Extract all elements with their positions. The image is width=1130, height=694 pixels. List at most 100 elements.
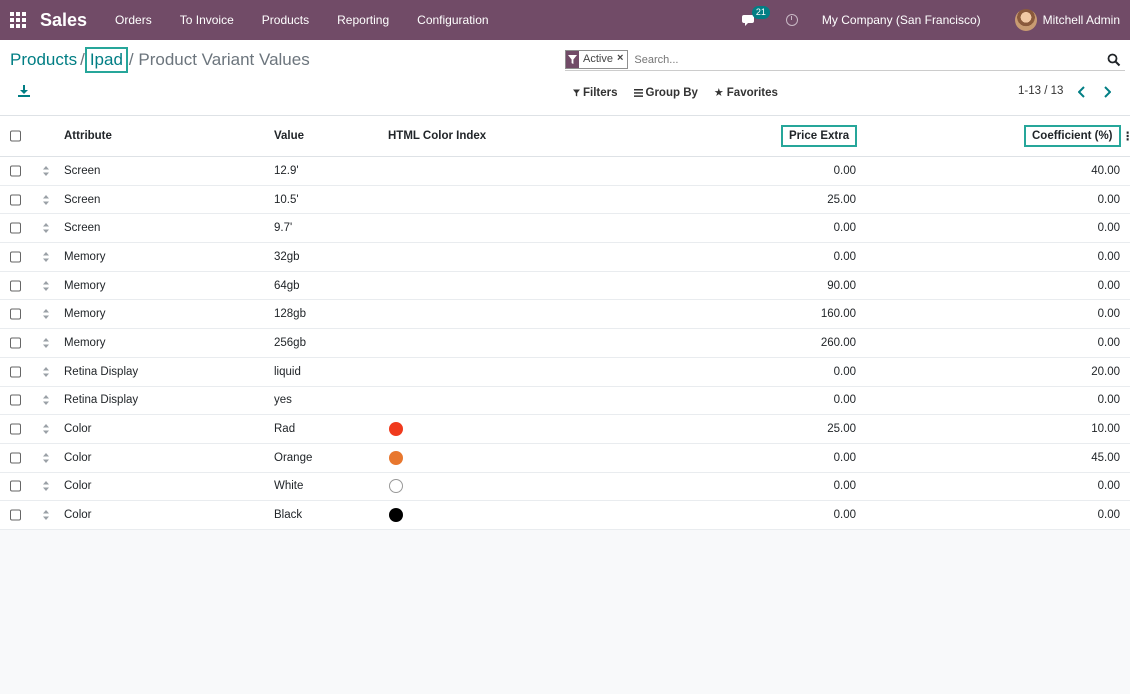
drag-handle-icon[interactable] — [42, 509, 50, 521]
table-row[interactable]: Color Rad 25.00 10.00 — [0, 415, 1130, 444]
breadcrumb-ipad[interactable]: Ipad — [84, 47, 128, 73]
pager-next-icon[interactable] — [1103, 86, 1111, 98]
cell-attribute: Color — [64, 451, 92, 464]
cell-coefficient: 0.00 — [1097, 222, 1120, 235]
cell-value: 9.7' — [274, 222, 293, 235]
cell-price-extra: 260.00 — [820, 336, 856, 349]
cell-coefficient: 20.00 — [1091, 365, 1120, 378]
row-checkbox[interactable] — [10, 366, 21, 378]
drag-handle-icon[interactable] — [42, 394, 50, 406]
menu-products[interactable]: Products — [248, 13, 323, 27]
cell-coefficient: 0.00 — [1097, 193, 1120, 206]
user-avatar[interactable] — [1014, 9, 1037, 31]
pager-value[interactable]: 1-13 / 13 — [1018, 85, 1063, 97]
drag-handle-icon[interactable] — [42, 222, 50, 234]
table-row[interactable]: Memory 32gb 0.00 0.00 — [0, 243, 1130, 272]
breadcrumb: Products / Ipad / Product Variant Values — [10, 47, 310, 73]
cell-attribute: Memory — [64, 336, 106, 349]
drag-handle-icon[interactable] — [42, 366, 50, 378]
drag-handle-icon[interactable] — [42, 480, 50, 492]
cell-attribute: Memory — [64, 308, 106, 321]
filters-button[interactable]: Filters — [573, 86, 618, 99]
company-switcher[interactable]: My Company (San Francisco) — [822, 13, 981, 27]
cell-value: Rad — [274, 423, 296, 436]
drag-handle-icon[interactable] — [42, 251, 50, 263]
header-html-color-index[interactable]: HTML Color Index — [388, 130, 486, 142]
menu-to-invoice[interactable]: To Invoice — [166, 13, 248, 27]
cell-price-extra: 25.00 — [827, 423, 856, 436]
table-row[interactable]: Retina Display liquid 0.00 20.00 — [0, 358, 1130, 387]
header-coefficient[interactable]: Coefficient (%) — [1024, 125, 1121, 147]
optional-columns-icon[interactable]: ⋮ — [1122, 129, 1130, 143]
cell-attribute: Retina Display — [64, 365, 139, 378]
filters-label: Filters — [583, 86, 618, 99]
drag-handle-icon[interactable] — [42, 308, 50, 320]
table-row[interactable]: Screen 10.5' 25.00 0.00 — [0, 186, 1130, 215]
table-row[interactable]: Color White 0.00 0.00 — [0, 473, 1130, 502]
cell-value: 10.5' — [274, 193, 299, 206]
drag-handle-icon[interactable] — [42, 280, 50, 292]
drag-handle-icon[interactable] — [42, 423, 50, 435]
table-row[interactable]: Memory 128gb 160.00 0.00 — [0, 300, 1130, 330]
row-checkbox[interactable] — [10, 452, 21, 464]
select-all-checkbox[interactable] — [10, 130, 21, 142]
table-row[interactable]: Screen 12.9' 0.00 40.00 — [0, 157, 1130, 186]
header-attribute[interactable]: Attribute — [64, 130, 112, 142]
row-checkbox[interactable] — [10, 337, 21, 349]
menu-reporting[interactable]: Reporting — [323, 13, 403, 27]
group-by-button[interactable]: Group By — [633, 86, 698, 99]
pager-previous-icon[interactable] — [1078, 86, 1086, 98]
color-swatch — [389, 508, 403, 523]
user-name[interactable]: Mitchell Admin — [1043, 13, 1120, 27]
row-checkbox[interactable] — [10, 394, 21, 406]
table-row[interactable]: Color Orange 0.00 45.00 — [0, 444, 1130, 473]
cell-price-extra: 90.00 — [827, 279, 856, 292]
row-checkbox[interactable] — [10, 280, 21, 292]
table-row[interactable]: Memory 64gb 90.00 0.00 — [0, 272, 1130, 301]
cell-coefficient: 0.00 — [1097, 336, 1120, 349]
search-input[interactable] — [634, 53, 1107, 66]
group-by-label: Group By — [645, 86, 698, 99]
drag-handle-icon[interactable] — [42, 194, 50, 206]
app-brand[interactable]: Sales — [40, 10, 87, 31]
cell-attribute: Color — [64, 480, 92, 493]
row-checkbox[interactable] — [10, 423, 21, 435]
row-checkbox[interactable] — [10, 308, 21, 320]
cell-attribute: Screen — [64, 222, 101, 235]
messaging-button[interactable]: 21 — [741, 6, 770, 30]
table-row[interactable]: Retina Display yes 0.00 0.00 — [0, 387, 1130, 416]
menu-orders[interactable]: Orders — [101, 13, 166, 27]
table-row[interactable]: Color Black 0.00 0.00 — [0, 501, 1130, 530]
control-panel: Products / Ipad / Product Variant Values… — [0, 40, 1130, 116]
cell-value: 256gb — [274, 336, 306, 349]
cell-attribute: Color — [64, 423, 92, 436]
cell-price-extra: 0.00 — [833, 222, 856, 235]
menu-configuration[interactable]: Configuration — [403, 13, 502, 27]
favorites-button[interactable]: ★ Favorites — [714, 86, 778, 100]
apps-menu-icon[interactable] — [10, 12, 26, 28]
download-icon[interactable] — [18, 85, 30, 97]
drag-handle-icon[interactable] — [42, 337, 50, 349]
cell-attribute: Screen — [64, 193, 101, 206]
drag-handle-icon[interactable] — [42, 165, 50, 177]
row-checkbox[interactable] — [10, 509, 21, 521]
cell-attribute: Memory — [64, 279, 106, 292]
row-checkbox[interactable] — [10, 251, 21, 263]
facet-remove-icon[interactable]: × — [617, 51, 627, 68]
table-row[interactable]: Memory 256gb 260.00 0.00 — [0, 329, 1130, 358]
row-checkbox[interactable] — [10, 222, 21, 234]
cell-value: Black — [274, 509, 303, 522]
drag-handle-icon[interactable] — [42, 452, 50, 464]
activity-clock-icon[interactable] — [785, 14, 798, 26]
row-checkbox[interactable] — [10, 480, 21, 492]
breadcrumb-products[interactable]: Products — [10, 50, 77, 70]
cell-attribute: Color — [64, 509, 92, 522]
search-icon[interactable] — [1107, 53, 1121, 67]
row-checkbox[interactable] — [10, 165, 21, 177]
header-price-extra[interactable]: Price Extra — [780, 125, 858, 147]
cell-coefficient: 0.00 — [1097, 279, 1120, 292]
header-value[interactable]: Value — [274, 130, 304, 142]
cell-price-extra: 0.00 — [833, 451, 856, 464]
table-row[interactable]: Screen 9.7' 0.00 0.00 — [0, 214, 1130, 244]
row-checkbox[interactable] — [10, 194, 21, 206]
